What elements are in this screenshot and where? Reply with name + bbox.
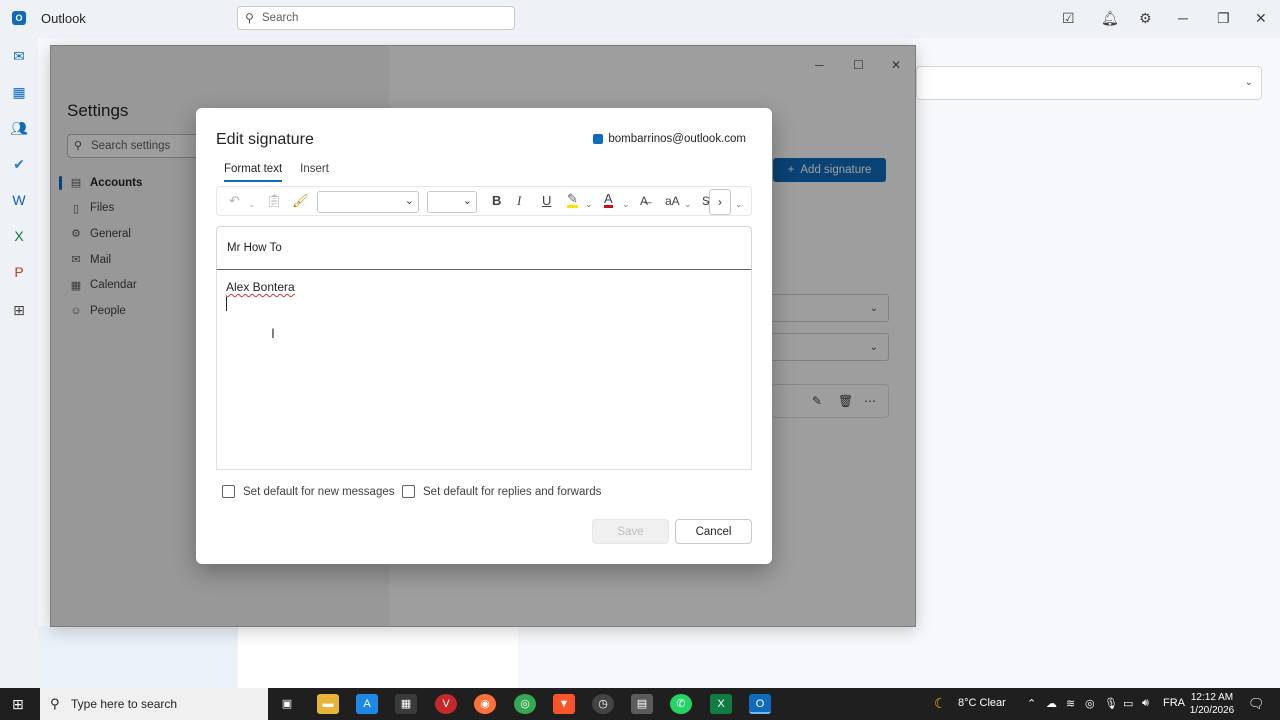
clock[interactable]: 12:12 AM 1/20/2026 bbox=[1180, 691, 1244, 717]
clear-formatting-icon[interactable]: A̶ bbox=[640, 193, 648, 209]
mail-icon[interactable]: ✉ bbox=[9, 46, 29, 66]
italic-icon[interactable]: I bbox=[517, 193, 521, 209]
taskbar: ⊞ ⚲ Type here to search ▣ ▬ A ▦ V ◉ ◎ ▼ … bbox=[0, 688, 1280, 720]
calendar-icon[interactable]: ▦ bbox=[9, 82, 29, 102]
outlook-folder-pane bbox=[38, 626, 238, 688]
font-family-select[interactable]: ⌄ bbox=[317, 191, 419, 213]
people-icon[interactable]: 👥︎ bbox=[9, 118, 29, 138]
checkbox-label: Set default for replies and forwards bbox=[423, 485, 602, 498]
outlook-taskbar-icon[interactable]: O bbox=[749, 694, 771, 714]
store-icon[interactable]: ▦ bbox=[395, 694, 417, 714]
weather-text[interactable]: 8°C Clear bbox=[958, 697, 1006, 709]
brave-icon[interactable]: ▼ bbox=[553, 694, 575, 714]
font-color-icon[interactable]: A bbox=[604, 192, 613, 208]
weather-icon[interactable]: ☾ bbox=[934, 695, 947, 712]
bold-icon[interactable]: B bbox=[492, 193, 501, 209]
text-caret bbox=[226, 297, 227, 311]
default-replies-checkbox[interactable]: Set default for replies and forwards bbox=[402, 485, 601, 498]
account-indicator: bombarrinos@outlook.com bbox=[593, 133, 746, 145]
chevron-down-icon: ⌄ bbox=[462, 195, 472, 207]
underline-icon[interactable]: U bbox=[542, 193, 551, 209]
undo-icon[interactable]: ↶ bbox=[229, 193, 240, 209]
highlight-icon[interactable]: ✎ bbox=[567, 192, 578, 208]
change-case-icon[interactable]: aA bbox=[665, 193, 680, 209]
todo-icon[interactable]: ✔ bbox=[9, 154, 29, 174]
chevron-down-icon[interactable]: ⌄ bbox=[735, 196, 743, 212]
checkbox-box[interactable] bbox=[222, 485, 235, 498]
close-icon[interactable]: ✕ bbox=[1255, 10, 1267, 27]
chevron-down-icon[interactable]: ⌄ bbox=[684, 196, 692, 212]
task-view-icon[interactable]: ▣ bbox=[276, 694, 298, 714]
firefox-icon[interactable]: ◉ bbox=[474, 694, 496, 714]
clipboard-icon[interactable]: 📋︎ bbox=[266, 193, 283, 209]
gear-icon[interactable]: ⚙ bbox=[1139, 10, 1152, 27]
app-title: Outlook bbox=[41, 11, 86, 26]
cloud-icon[interactable]: ☁ bbox=[1046, 697, 1057, 710]
minimize-icon[interactable]: ─ bbox=[1178, 10, 1188, 26]
signature-name-value: Mr How To bbox=[227, 242, 282, 254]
signature-editor[interactable]: Alex Bontera I bbox=[216, 270, 752, 470]
volume-icon[interactable]: 🔊︎ bbox=[1142, 697, 1149, 710]
chevron-down-icon: ⌄ bbox=[1244, 77, 1253, 88]
app-rail: ✉ ▦ 👥︎ ✔ W X P ⊞ bbox=[0, 38, 38, 688]
excel-icon[interactable]: X bbox=[9, 226, 29, 246]
chrome-icon[interactable]: ◎ bbox=[514, 694, 536, 714]
text-cursor-icon: I bbox=[271, 325, 275, 341]
outlook-reading-bar[interactable]: ⌄ bbox=[916, 66, 1262, 100]
wifi-icon[interactable]: ≋ bbox=[1066, 697, 1075, 710]
chevron-down-icon[interactable]: ⌄ bbox=[622, 196, 630, 212]
search-icon: ⚲ bbox=[50, 696, 60, 711]
chevron-down-icon[interactable]: ⌄ bbox=[248, 196, 256, 212]
taskbar-search-placeholder: Type here to search bbox=[71, 697, 178, 711]
account-email: bombarrinos@outlook.com bbox=[608, 133, 746, 145]
clock-time: 12:12 AM bbox=[1190, 692, 1234, 703]
excel-icon[interactable]: X bbox=[710, 694, 732, 714]
maximize-icon[interactable]: ❐ bbox=[1217, 10, 1230, 27]
tab-format-text[interactable]: Format text bbox=[224, 163, 283, 182]
taskbar-search-input[interactable]: ⚲ Type here to search bbox=[40, 688, 268, 720]
default-new-messages-checkbox[interactable]: Set default for new messages bbox=[222, 485, 395, 498]
clock-app-icon[interactable]: ◷ bbox=[592, 694, 614, 714]
search-icon: ⚲ bbox=[245, 11, 254, 25]
windows-start-icon[interactable]: ⊞ bbox=[12, 696, 24, 713]
format-toolbar: ↶ ⌄ 📋︎ 🖌︎ ⌄ ⌄ B I U ✎ ⌄ A ⌄ A̶ aA ⌄ S̶ ›… bbox=[216, 186, 752, 216]
chrome-tray-icon[interactable]: ◎ bbox=[1085, 697, 1095, 710]
dialog-tabs: Format text Insert bbox=[224, 163, 329, 182]
clock-date: 1/20/2026 bbox=[1189, 705, 1235, 716]
edit-signature-dialog: Edit signature bombarrinos@outlook.com F… bbox=[196, 108, 772, 564]
search-placeholder: Search bbox=[262, 12, 299, 24]
microphone-icon[interactable]: 🎙︎ bbox=[1104, 697, 1118, 710]
word-icon[interactable]: W bbox=[9, 190, 29, 210]
notifications-icon[interactable]: 🗨︎ bbox=[1248, 696, 1265, 712]
checkbox-box[interactable] bbox=[402, 485, 415, 498]
save-button[interactable]: Save bbox=[592, 519, 669, 544]
chevron-up-icon[interactable]: ⌃ bbox=[1027, 697, 1036, 710]
powerpoint-icon[interactable]: P bbox=[9, 262, 29, 282]
affinity-icon[interactable]: A bbox=[356, 694, 378, 714]
apps-icon[interactable]: ⊞ bbox=[9, 300, 29, 320]
checkbox-label: Set default for new messages bbox=[243, 485, 395, 498]
battery-icon[interactable]: ▭ bbox=[1123, 697, 1133, 710]
more-formatting-button[interactable]: › bbox=[709, 189, 731, 215]
outlook-titlebar: O Outlook ⚲ Search ☑ 🔔︎ ⚙ ─ ❐ ✕ bbox=[0, 0, 1280, 38]
dialog-title: Edit signature bbox=[216, 131, 314, 148]
font-size-select[interactable]: ⌄ bbox=[427, 191, 477, 213]
calculator-icon[interactable]: ▤ bbox=[631, 694, 653, 714]
file-explorer-icon[interactable]: ▬ bbox=[317, 694, 339, 714]
tab-insert[interactable]: Insert bbox=[300, 163, 329, 182]
format-painter-icon[interactable]: 🖌︎ bbox=[292, 193, 309, 209]
bell-icon[interactable]: 🔔︎ bbox=[1101, 10, 1119, 27]
outlook-account-icon bbox=[593, 134, 604, 144]
vivaldi-icon[interactable]: V bbox=[435, 694, 457, 714]
tasks-icon[interactable]: ☑ bbox=[1062, 10, 1075, 27]
outlook-search-input[interactable]: ⚲ Search bbox=[237, 6, 515, 30]
signature-text: Alex Bontera bbox=[226, 280, 295, 294]
chevron-down-icon: ⌄ bbox=[404, 195, 414, 207]
cancel-button[interactable]: Cancel bbox=[675, 519, 752, 544]
outlook-message-list bbox=[238, 626, 518, 688]
whatsapp-icon[interactable]: ✆ bbox=[670, 694, 692, 714]
outlook-logo-icon: O bbox=[12, 11, 26, 25]
chevron-down-icon[interactable]: ⌄ bbox=[585, 196, 593, 212]
signature-name-field[interactable]: Mr How To bbox=[216, 226, 752, 270]
